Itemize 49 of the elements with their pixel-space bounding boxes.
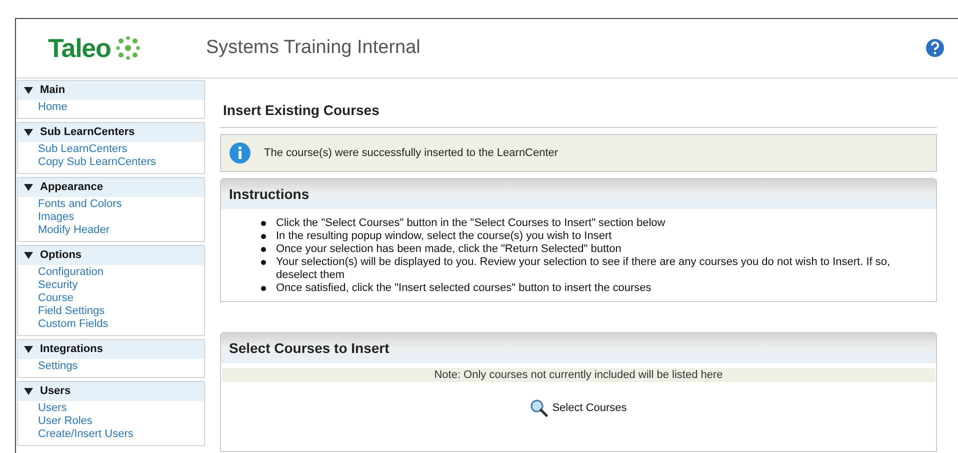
search-icon [530, 399, 548, 417]
bullet-icon [261, 247, 266, 252]
bullet-icon [261, 286, 266, 291]
sidebar-link[interactable]: Modify Header [38, 224, 204, 237]
page-title: Insert Existing Courses [220, 100, 937, 128]
logo: Taleo [48, 28, 178, 68]
sidebar-link[interactable]: Field Settings [38, 305, 204, 318]
bullet-icon [261, 234, 266, 239]
sidebar-link[interactable]: Images [38, 211, 204, 224]
sidebar-link[interactable]: User Roles [38, 415, 204, 428]
section-header[interactable]: Users [18, 382, 204, 401]
bullet-icon [261, 221, 266, 226]
select-courses-button[interactable]: Select Courses [530, 399, 627, 417]
section-header[interactable]: Options [18, 246, 204, 265]
caret-icon [24, 184, 33, 191]
help-icon[interactable] [925, 38, 945, 58]
caret-icon [24, 346, 33, 353]
logo-mark-icon [114, 35, 141, 61]
instruction-text: Once satisfied, click the "Insert selected courses" button to insert the courses [276, 282, 652, 295]
caret-icon [24, 87, 33, 94]
sidebar-link[interactable]: Users [38, 402, 204, 415]
sidebar-link[interactable]: Create/Insert Users [38, 428, 204, 441]
sidebar-link[interactable]: Settings [38, 360, 204, 373]
info-icon [229, 142, 251, 164]
section-header[interactable]: Appearance [18, 178, 204, 197]
section-header[interactable]: Sub LearnCenters [18, 123, 204, 142]
section-header[interactable]: Main [18, 81, 204, 100]
sidebar-link[interactable]: Custom Fields [38, 318, 204, 331]
bullet-icon [261, 260, 266, 265]
instruction-text: Once your selection has been made, click the "Return Selected" button [276, 243, 622, 256]
message-text: The course(s) were successfully inserted to the LearnCenter [264, 146, 558, 161]
app-title: Systems Training Internal [206, 36, 420, 60]
instruction-text: Click the "Select Courses" button in the "Select Courses to Insert" section below [276, 217, 666, 230]
sidebar-link[interactable]: Security [38, 279, 204, 292]
sidebar-link[interactable]: Sub LearnCenters [38, 143, 204, 156]
instruction-text: In the resulting popup window, select the course(s) you wish to Insert [276, 230, 612, 243]
caret-icon [24, 129, 33, 136]
note-bar: Note: Only courses not currently included will be listed here [222, 368, 935, 382]
instruction-text: Your selection(s) will be displayed to you. Review your selection to see if there are any courses you do not wish to Insert. If so, deselect them [276, 256, 892, 282]
panel-title: Instructions [221, 179, 936, 209]
panel-title: Select Courses to Insert [221, 333, 936, 363]
sidebar-link[interactable]: Fonts and Colors [38, 198, 204, 211]
sidebar-link[interactable]: Course [38, 292, 204, 305]
caret-icon [24, 252, 33, 259]
sidebar-link[interactable]: Copy Sub LearnCenters [38, 156, 204, 169]
caret-icon [24, 388, 33, 395]
sidebar-link[interactable]: Configuration [38, 266, 204, 279]
sidebar-link[interactable]: Home [38, 101, 204, 114]
section-header[interactable]: Integrations [18, 340, 204, 359]
